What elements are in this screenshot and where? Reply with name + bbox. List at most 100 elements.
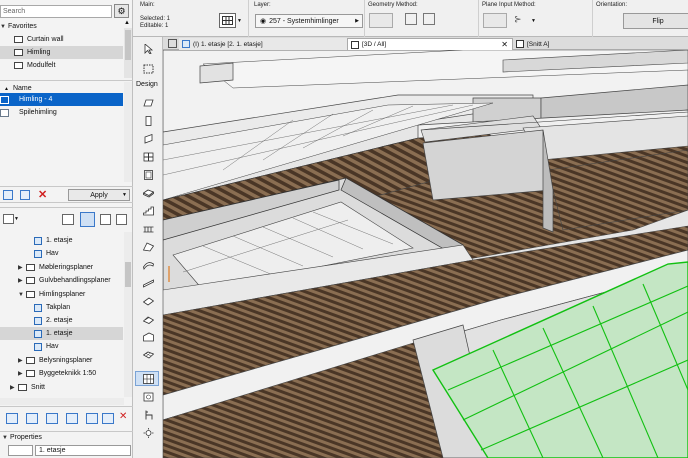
wall-tool-icon[interactable] [142, 97, 155, 108]
door-tool-icon[interactable] [142, 169, 155, 180]
search-input[interactable]: Search [0, 5, 112, 18]
beam-tool-icon[interactable] [142, 133, 155, 144]
add-favorite-icon[interactable] [3, 190, 13, 200]
collapse-arrow-icon: ▼ [18, 291, 24, 298]
folder-icon [14, 36, 23, 43]
skylight-tool-icon[interactable] [142, 277, 155, 288]
list-item[interactable]: Spilehimling [0, 106, 123, 119]
view-map-icon[interactable] [80, 212, 95, 227]
chair-object-icon[interactable] [142, 409, 155, 420]
object-tool-icon[interactable] [142, 391, 155, 402]
story-icon [34, 316, 42, 325]
folder-icon [14, 62, 23, 69]
plane-method-icon[interactable]: ⊱ [514, 14, 528, 26]
tree-item[interactable]: ▼ Himlingsplaner [0, 288, 123, 301]
stair-tool-icon[interactable] [142, 205, 155, 216]
view-switch-icon[interactable] [3, 214, 14, 224]
settings-gear-icon[interactable]: ⚙ [114, 4, 129, 18]
scroll-top-icon[interactable]: ▲ [124, 20, 130, 26]
marquee-tool-icon[interactable] [142, 63, 155, 74]
favorite-item[interactable]: Curtain wall [0, 33, 123, 46]
tab-overview-icon[interactable] [168, 39, 177, 48]
delete-icon[interactable]: ✕ [119, 411, 127, 422]
settings-icon[interactable] [86, 413, 98, 424]
geometry-rotated-icon[interactable] [423, 13, 435, 25]
close-tab-icon[interactable]: ✕ [501, 40, 508, 49]
ceiling-grid-tool-icon[interactable] [142, 373, 155, 384]
railing-tool-icon[interactable] [142, 223, 155, 234]
scrollbar[interactable] [124, 28, 132, 78]
tree-item[interactable]: 2. etasje [0, 314, 123, 327]
tree-item[interactable]: ▶ Belysningsplaner [0, 354, 123, 367]
info-box: Main: Selected: 1 Editable: 1 ▼ Layer: ◉… [133, 0, 688, 37]
tree-item[interactable]: ▶ Møbleringsplaner [0, 261, 123, 274]
favorite-item[interactable]: Modulfelt [0, 59, 123, 72]
roof-tool-icon[interactable] [142, 241, 155, 252]
selected-count: Selected: 1 [140, 16, 171, 22]
geometry-polygon-button[interactable] [369, 13, 393, 28]
clone-view-icon[interactable] [26, 413, 38, 424]
tab-section[interactable]: [Snitt A] [513, 38, 688, 50]
geometry-label: Geometry Method: [368, 2, 418, 8]
mesh-tool-icon[interactable] [142, 349, 155, 360]
shell-tool-icon[interactable] [142, 259, 155, 270]
layout-book-icon[interactable] [100, 214, 111, 225]
tree-item[interactable]: Hav [0, 340, 123, 353]
layer-value: 257 - Systemhimlinger [269, 17, 339, 25]
tree-item-selected[interactable]: 1. etasje [0, 327, 123, 340]
list-item[interactable]: Himling - 4 [0, 93, 123, 106]
save-view-icon[interactable] [66, 413, 78, 424]
tree-label: Belysningsplaner [39, 357, 93, 364]
favorites-header[interactable]: ▼ Favorites [0, 20, 123, 33]
properties-id-field[interactable] [8, 445, 33, 456]
3d-viewport[interactable] [163, 50, 688, 458]
lamp-tool-icon[interactable] [142, 427, 155, 438]
curtain-wall-tool-icon[interactable] [142, 295, 155, 306]
element-settings-icon[interactable] [219, 13, 236, 28]
properties-header[interactable]: ▼ Properties [0, 431, 133, 444]
tree-item[interactable]: ▶ Snitt [0, 381, 123, 394]
window-tool-icon[interactable] [142, 151, 155, 162]
morph-tool-icon[interactable] [142, 313, 155, 324]
zone-tool-icon[interactable] [142, 331, 155, 342]
tree-item[interactable]: ▶ Gulvbehandlingsplaner [0, 274, 123, 287]
apply-button[interactable]: Apply ▼ [68, 189, 130, 201]
new-view-icon[interactable] [6, 413, 18, 424]
orientation-label: Orientation: [596, 2, 628, 8]
scrollbar[interactable] [124, 82, 132, 182]
flip-button[interactable]: Flip [623, 13, 688, 29]
new-folder-icon[interactable] [46, 413, 58, 424]
layer-dropdown[interactable]: ◉ 257 - Systemhimlinger ▶ [255, 14, 363, 28]
properties-name-field[interactable]: 1. etasje [35, 445, 131, 456]
project-map-icon[interactable] [62, 214, 74, 225]
scrollbar[interactable] [124, 232, 132, 397]
view-settings-icon[interactable] [102, 413, 114, 424]
favorite-label: Curtain wall [27, 36, 64, 43]
expand-arrow-icon: ▶ [18, 371, 23, 377]
horizontal-scrollbar[interactable] [0, 398, 124, 405]
arrow-tool-icon[interactable] [142, 43, 155, 54]
tree-label: 1. etasje [46, 330, 73, 337]
tree-item[interactable]: ▶ Byggeteknikk 1:50 [0, 367, 123, 380]
publisher-icon[interactable] [116, 214, 127, 225]
story-icon [34, 329, 42, 338]
3d-model-render [163, 50, 688, 458]
tree-item[interactable]: Takplan [0, 301, 123, 314]
tree-label: Hav [46, 250, 59, 257]
editable-count: Editable: 1 [140, 23, 169, 29]
delete-icon[interactable]: ✕ [38, 188, 47, 201]
tree-label: 2. etasje [46, 317, 73, 324]
plane-input-button[interactable] [483, 13, 507, 28]
new-folder-icon[interactable] [20, 190, 30, 200]
geometry-rect-icon[interactable] [405, 13, 417, 25]
list-label: Himling - 4 [19, 96, 53, 103]
tree-item[interactable]: 1. etasje [0, 234, 123, 247]
tree-item[interactable]: Hav [0, 247, 123, 260]
tab-floor-plan[interactable]: (I) 1. etasje [2. 1. etasje] [179, 38, 347, 50]
design-section-label: Design [136, 81, 158, 88]
favorite-item[interactable]: Himling [0, 46, 123, 59]
tab-3d[interactable]: [3D / All] ✕ [347, 38, 513, 50]
column-tool-icon[interactable] [142, 115, 155, 126]
properties-label: Properties [10, 434, 42, 441]
slab-tool-icon[interactable] [142, 187, 155, 198]
